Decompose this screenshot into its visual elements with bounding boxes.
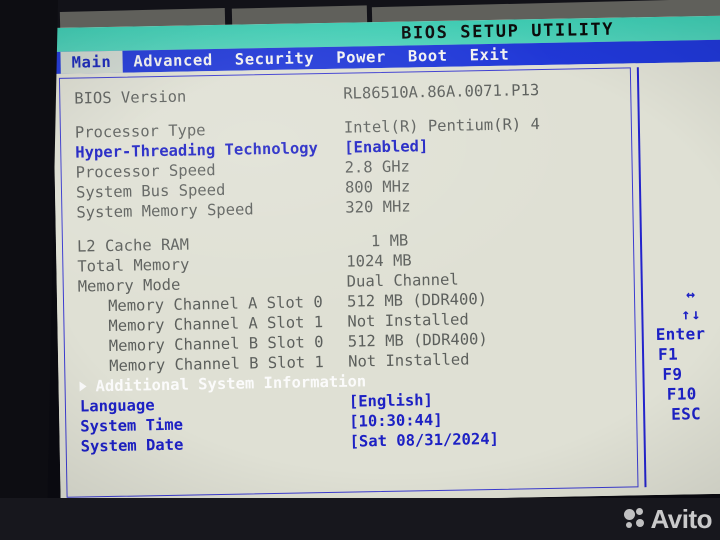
- photo-of-bios-screen: BIOS SETUP UTILITY Main Advanced Securit…: [0, 0, 720, 540]
- tab-main[interactable]: Main: [60, 50, 123, 74]
- key-legend: ↔ ↑↓ Enter F1 F9 F10 ESC: [647, 284, 720, 426]
- bios-version-value: RL86510A.86A.0071.P13: [343, 81, 540, 103]
- system-memory-speed-value: 320 MHz: [345, 197, 411, 217]
- laptop-bezel-bottom: [0, 498, 720, 540]
- bios-screen: BIOS SETUP UTILITY Main Advanced Securit…: [52, 15, 720, 508]
- mem-b0-value: 512 MB (DDR400): [347, 330, 488, 351]
- total-memory-value: 1024 MB: [346, 251, 412, 271]
- system-bus-speed-label: System Bus Speed: [75, 180, 226, 202]
- system-memory-speed-label: System Memory Speed: [76, 200, 254, 222]
- memory-mode-value: Dual Channel: [346, 270, 459, 291]
- total-memory-label: Total Memory: [77, 255, 190, 276]
- tab-exit[interactable]: Exit: [458, 43, 520, 66]
- esc-key-hint: ESC: [671, 404, 702, 424]
- processor-type-label: Processor Type: [74, 121, 206, 142]
- f10-key-hint: F10: [666, 384, 697, 404]
- avito-logo-icon: [624, 508, 646, 530]
- mem-b1-value: Not Installed: [347, 350, 470, 371]
- system-date-label: System Date: [80, 435, 184, 456]
- system-bus-speed-value: 800 MHz: [344, 177, 411, 197]
- l2-cache-value: 1 MB: [370, 231, 409, 251]
- settings-pane: BIOS Version RL86510A.86A.0071.P13 Proce…: [58, 67, 639, 498]
- page-title: BIOS SETUP UTILITY: [400, 19, 615, 44]
- f9-key-hint: F9: [662, 364, 683, 384]
- avito-watermark: Avito: [624, 506, 712, 532]
- l2-cache-label: L2 Cache RAM: [76, 235, 190, 256]
- bios-version-label: BIOS Version: [74, 87, 187, 108]
- tab-boot[interactable]: Boot: [397, 45, 459, 68]
- processor-speed-value: 2.8 GHz: [344, 157, 411, 177]
- tab-power[interactable]: Power: [325, 46, 397, 69]
- hyper-threading-value[interactable]: [Enabled]: [344, 136, 428, 158]
- submenu-arrow-icon: [79, 381, 87, 392]
- language-label: Language: [79, 396, 155, 416]
- left-right-arrows-icon: ↔: [685, 285, 697, 304]
- system-date-value[interactable]: [Sat 08/31/2024]: [349, 429, 499, 452]
- system-time-value[interactable]: [10:30:44]: [349, 410, 443, 432]
- memory-mode-label: Memory Mode: [77, 275, 181, 296]
- processor-speed-label: Processor Speed: [75, 161, 216, 182]
- mem-a1-value: Not Installed: [347, 310, 469, 331]
- system-time-label: System Time: [80, 415, 184, 436]
- mem-a0-value: 512 MB (DDR400): [346, 290, 488, 311]
- body-area: BIOS Version RL86510A.86A.0071.P13 Proce…: [52, 61, 720, 506]
- laptop-bezel-left: [0, 0, 58, 540]
- enter-key-hint: Enter: [655, 324, 706, 344]
- up-down-arrows-icon: ↑↓: [681, 305, 702, 324]
- tab-security[interactable]: Security: [224, 47, 326, 71]
- language-value[interactable]: [English]: [349, 390, 433, 412]
- help-pane: ↔ ↑↓ Enter F1 F9 F10 ESC: [643, 66, 720, 488]
- tab-advanced[interactable]: Advanced: [122, 49, 224, 73]
- f1-key-hint: F1: [657, 344, 679, 364]
- avito-watermark-text: Avito: [650, 504, 712, 534]
